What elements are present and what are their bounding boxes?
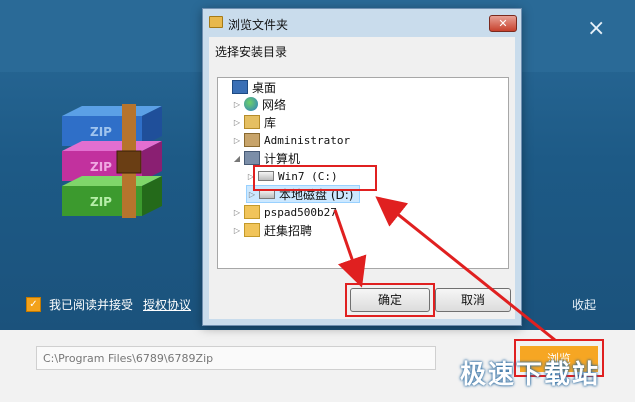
ok-highlight-box <box>345 283 435 317</box>
tree-item-desktop[interactable]: 桌面 <box>220 78 276 96</box>
dialog-titlebar: 浏览文件夹 ✕ <box>203 9 521 37</box>
tree-item-library[interactable]: ▷ 库 <box>232 113 276 131</box>
desktop-icon <box>232 80 248 94</box>
agree-checkbox[interactable]: ✓ <box>26 296 41 312</box>
svg-text:ZIP: ZIP <box>90 125 112 139</box>
tree-item-administrator[interactable]: ▷ Administrator <box>232 131 350 149</box>
browse-folder-dialog: 浏览文件夹 ✕ 选择安装目录 桌面 ▷ 网络 ▷ 库 ▷ Administrat… <box>202 8 522 326</box>
folder-icon <box>209 16 223 28</box>
tree-expander[interactable]: ▷ <box>232 208 242 217</box>
tree-item-ganji[interactable]: ▷ 赶集招聘 <box>232 221 312 239</box>
dialog-prompt: 选择安装目录 <box>215 45 288 59</box>
tree-item-label: 计算机 <box>264 151 301 166</box>
collapse-button[interactable]: 收起 <box>572 296 596 313</box>
installer-close-icon[interactable]: × <box>587 18 605 40</box>
folder-icon <box>244 205 260 219</box>
dialog-body: 选择安装目录 桌面 ▷ 网络 ▷ 库 ▷ Administrator ◢ 计算机… <box>209 37 515 319</box>
tree-item-label: 桌面 <box>252 80 277 95</box>
dialog-close-button[interactable]: ✕ <box>489 15 517 32</box>
tree-expander[interactable]: ▷ <box>232 100 242 109</box>
folder-icon <box>244 223 260 237</box>
tree-expander[interactable]: ▷ <box>232 226 242 235</box>
tree-item-label: 网络 <box>262 97 287 112</box>
agree-label: 我已阅读并接受 <box>49 297 134 312</box>
winrar-logo: ZIP ZIP ZIP <box>62 104 162 218</box>
tree-item-pspad[interactable]: ▷ pspad500b27 <box>232 203 337 221</box>
tree-expander[interactable]: ▷ <box>232 118 242 127</box>
tree-item-label: 赶集招聘 <box>264 223 313 238</box>
network-icon <box>244 97 258 111</box>
computer-icon <box>244 151 260 165</box>
svg-text:ZIP: ZIP <box>90 160 112 174</box>
svg-text:ZIP: ZIP <box>90 195 112 209</box>
tree-expander[interactable]: ▷ <box>232 136 242 145</box>
tree-item-label: Administrator <box>264 133 351 147</box>
agree-row: ✓ 我已阅读并接受 授权协议 <box>26 294 191 314</box>
tree-expander[interactable]: ◢ <box>232 154 242 163</box>
selection-highlight-box <box>253 165 377 191</box>
dialog-title: 浏览文件夹 <box>228 18 289 32</box>
cancel-button[interactable]: 取消 <box>435 288 511 312</box>
license-link[interactable]: 授权协议 <box>143 296 191 313</box>
tree-item-label: 库 <box>264 115 277 130</box>
library-icon <box>244 115 260 129</box>
user-folder-icon <box>244 133 260 147</box>
tree-item-label: pspad500b27 <box>264 205 337 219</box>
install-path-input[interactable]: C:\Program Files\6789\6789Zip <box>36 346 436 370</box>
tree-item-network[interactable]: ▷ 网络 <box>232 95 286 113</box>
watermark: 极速下载站 <box>460 360 601 390</box>
